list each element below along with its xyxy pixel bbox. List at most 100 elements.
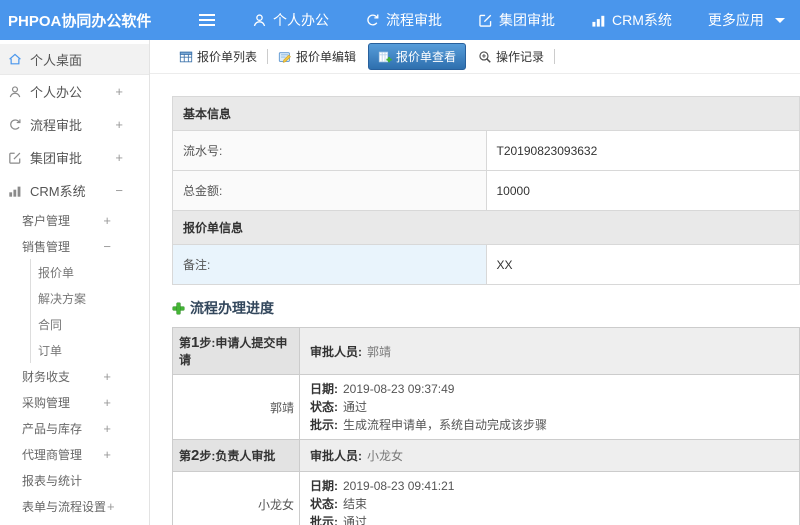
home-icon	[8, 52, 24, 67]
sidebar-item-label: 客户管理	[22, 213, 71, 228]
approver-name: 小龙女	[367, 449, 404, 463]
sidebar-item-label: 集团审批	[30, 151, 83, 166]
expand-icon: +	[103, 212, 111, 228]
sidebar-item-label: 产品与库存	[22, 421, 83, 436]
date-label: 日期:	[310, 382, 338, 396]
detail-status-line: 状态: 通过	[310, 398, 789, 416]
approver-label: 审批人员:	[310, 344, 362, 359]
field-label: 流水号:	[172, 130, 487, 171]
expand-icon: +	[103, 394, 111, 410]
tab-label: 报价单编辑	[296, 50, 357, 64]
bar-chart-icon	[8, 183, 24, 198]
sidebar-item-solution[interactable]: 解决方案	[30, 285, 149, 311]
step-title: 第2步:负责人审批	[172, 439, 300, 472]
app-header: PHPOA协同办公软件 个人办公 流程审批 集团审批 CRM系统 更多应用	[0, 0, 800, 40]
detail-date-line: 日期: 2019-08-23 09:37:49	[310, 380, 789, 398]
sidebar-item-label: 个人桌面	[30, 52, 83, 68]
workflow-icon	[365, 13, 380, 28]
status-value: 通过	[343, 400, 368, 414]
sidebar-item-group-approval[interactable]: 集团审批 +	[0, 141, 149, 174]
detail-comment-line: 批示: 生成流程申请单，系统自动完成该步骤	[310, 416, 789, 434]
section-header-row: 报价单信息	[172, 210, 800, 245]
tab-operation-log[interactable]: 操作记录	[473, 44, 549, 69]
expand-icon: +	[103, 446, 111, 462]
sidebar-item-label: 表单与流程设置	[22, 499, 107, 514]
sidebar-item-contract[interactable]: 合同	[30, 311, 149, 337]
expand-icon: +	[115, 150, 123, 165]
status-value: 结束	[343, 497, 368, 511]
sidebar-item-crm-system[interactable]: CRM系统 −	[0, 174, 149, 207]
row-total-amount: 总金额: 10000	[172, 170, 800, 211]
nav-crm-system[interactable]: CRM系统	[591, 10, 672, 30]
expand-icon: +	[107, 498, 115, 514]
sidebar-item-purchasing[interactable]: 采购管理 +	[0, 389, 149, 415]
sidebar-item-label: 订单	[38, 343, 63, 358]
sidebar-item-label: 财务收支	[22, 369, 71, 384]
sidebar-item-reports-stats[interactable]: 报表与统计	[0, 467, 149, 493]
step-header-row: 第2步:负责人审批 审批人员: 小龙女	[172, 439, 800, 472]
approver-signature: 小龙女	[172, 471, 300, 525]
nav-group-approval[interactable]: 集团审批	[478, 10, 555, 30]
sidebar: 个人桌面 个人办公 + 流程审批 + 集团审批 + CRM系统 − 客户管理 +…	[0, 40, 150, 525]
magnifier-plus-icon	[478, 50, 492, 64]
top-nav: 个人办公 流程审批 集团审批 CRM系统 更多应用	[252, 10, 785, 30]
tab-bar: 报价单列表 报价单编辑 报价单查看 操作记录	[150, 40, 800, 74]
row-note: 备注: XX	[172, 244, 800, 285]
sidebar-item-workflow-approval[interactable]: 流程审批 +	[0, 108, 149, 141]
nav-label: CRM系统	[612, 12, 672, 28]
expand-icon: +	[103, 368, 111, 384]
step-detail-row: 小龙女 日期: 2019-08-23 09:41:21 状态: 结束 批示: 通过	[172, 471, 800, 525]
sidebar-item-sales-mgmt[interactable]: 销售管理 −	[0, 233, 149, 259]
sidebar-item-finance[interactable]: 财务收支 +	[0, 363, 149, 389]
sidebar-item-agent-mgmt[interactable]: 代理商管理 +	[0, 441, 149, 467]
expand-icon: +	[115, 117, 123, 132]
sidebar-item-form-workflow-settings[interactable]: 表单与流程设置 +	[0, 493, 149, 519]
step-approver-cell: 审批人员: 郭靖	[299, 327, 800, 375]
caret-down-icon	[774, 17, 785, 23]
date-label: 日期:	[310, 479, 338, 493]
green-plus-icon	[172, 301, 185, 315]
quotation-info-table: 基本信息 流水号: T20190823093632 总金额: 10000 报价单…	[172, 96, 800, 285]
step-detail-cell: 日期: 2019-08-23 09:41:21 状态: 结束 批示: 通过	[299, 471, 800, 525]
nav-personal-office[interactable]: 个人办公	[252, 10, 329, 30]
approver-signature: 郭靖	[172, 374, 300, 440]
sidebar-item-quotation[interactable]: 报价单	[30, 259, 149, 285]
field-value: T20190823093632	[485, 130, 800, 171]
status-label: 状态:	[310, 497, 338, 511]
view-plus-icon	[378, 50, 392, 64]
step-title: 第1步:申请人提交申请	[172, 327, 300, 375]
comment-value: 通过	[343, 515, 368, 525]
sidebar-item-product-inventory[interactable]: 产品与库存 +	[0, 415, 149, 441]
tab-label: 报价单查看	[396, 50, 457, 64]
nav-label: 集团审批	[499, 12, 555, 28]
tab-separator	[554, 49, 556, 64]
tab-quotation-edit[interactable]: 报价单编辑	[273, 44, 361, 69]
field-value: XX	[485, 244, 800, 285]
detail-comment-line: 批示: 通过	[310, 513, 789, 525]
collapse-icon: −	[103, 238, 111, 254]
section-title: 报价单信息	[172, 210, 800, 245]
tab-separator	[267, 49, 269, 64]
sidebar-item-personal-office[interactable]: 个人办公 +	[0, 75, 149, 108]
sidebar-item-customer-mgmt[interactable]: 客户管理 +	[0, 207, 149, 233]
collapse-icon: −	[115, 183, 123, 198]
hamburger-menu-icon[interactable]	[198, 13, 216, 27]
nav-label: 个人办公	[273, 12, 329, 28]
detail-date-line: 日期: 2019-08-23 09:41:21	[310, 477, 789, 495]
field-value: 10000	[485, 170, 800, 211]
nav-more-apps[interactable]: 更多应用	[708, 10, 785, 30]
sidebar-item-order[interactable]: 订单	[30, 337, 149, 363]
comment-label: 批示:	[310, 418, 338, 432]
tab-quotation-list[interactable]: 报价单列表	[174, 44, 262, 69]
edit-icon	[478, 13, 493, 28]
sidebar-item-label: 代理商管理	[22, 447, 83, 462]
nav-label: 流程审批	[386, 12, 442, 28]
nav-workflow-approval[interactable]: 流程审批	[365, 10, 442, 30]
field-label: 备注:	[172, 244, 487, 285]
date-value: 2019-08-23 09:41:21	[343, 479, 455, 493]
sidebar-item-personal-desktop[interactable]: 个人桌面	[0, 44, 149, 75]
section-title: 基本信息	[172, 96, 800, 131]
detail-status-line: 状态: 结束	[310, 495, 789, 513]
tab-quotation-view[interactable]: 报价单查看	[368, 43, 467, 70]
expand-icon: +	[103, 420, 111, 436]
